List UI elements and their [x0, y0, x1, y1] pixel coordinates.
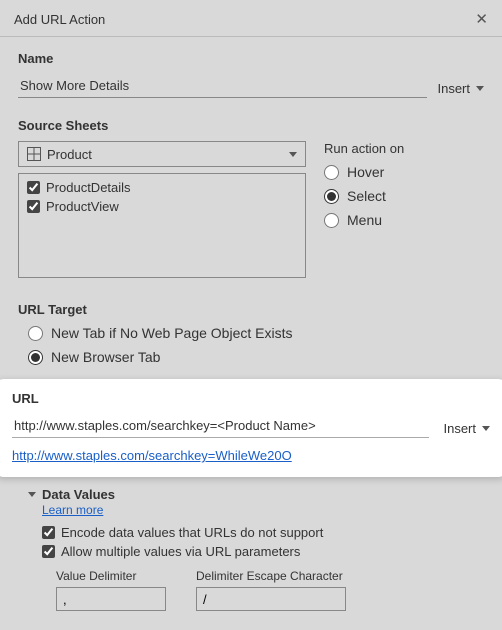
name-insert-label: Insert [437, 81, 470, 96]
allow-multi-checkbox-row: Allow multiple values via URL parameters [42, 544, 484, 559]
source-item-checkbox[interactable] [27, 200, 40, 213]
url-label: URL [12, 391, 490, 406]
run-option-select[interactable]: Select [324, 188, 484, 204]
name-insert-button[interactable]: Insert [437, 79, 484, 98]
allow-multi-checkbox[interactable] [42, 545, 55, 558]
run-option-label: Menu [347, 212, 382, 228]
name-label: Name [18, 51, 484, 66]
escape-label: Delimiter Escape Character [196, 569, 346, 583]
run-option-label: Select [347, 188, 386, 204]
list-item: ProductDetails [27, 180, 297, 195]
data-values-header[interactable]: Data Values [28, 487, 484, 502]
value-delimiter-input[interactable] [56, 587, 166, 611]
run-radio[interactable] [324, 213, 339, 228]
source-sheets-label: Source Sheets [18, 118, 484, 133]
url-target-option[interactable]: New Tab if No Web Page Object Exists [28, 325, 484, 341]
run-action-label: Run action on [324, 141, 484, 156]
url-insert-label: Insert [443, 421, 476, 436]
url-target-option-label: New Browser Tab [51, 349, 160, 365]
url-input[interactable] [12, 414, 429, 438]
allow-multi-label: Allow multiple values via URL parameters [61, 544, 300, 559]
run-option-label: Hover [347, 164, 384, 180]
run-radio[interactable] [324, 189, 339, 204]
run-radio[interactable] [324, 165, 339, 180]
source-item-label: ProductView [46, 199, 119, 214]
close-icon[interactable]: ✕ [471, 8, 492, 30]
encode-checkbox[interactable] [42, 526, 55, 539]
source-selected: Product [47, 147, 92, 162]
value-delimiter-label: Value Delimiter [56, 569, 166, 583]
chevron-down-icon [28, 492, 36, 497]
caret-down-icon [476, 86, 484, 91]
source-item-checkbox[interactable] [27, 181, 40, 194]
caret-down-icon [482, 426, 490, 431]
url-preview-link[interactable]: http://www.staples.com/searchkey=WhileWe… [12, 448, 292, 463]
url-target-option[interactable]: New Browser Tab [28, 349, 484, 365]
source-item-label: ProductDetails [46, 180, 131, 195]
list-item: ProductView [27, 199, 297, 214]
dialog-title: Add URL Action [14, 12, 105, 27]
name-input[interactable] [18, 74, 427, 98]
encode-checkbox-row: Encode data values that URLs do not supp… [42, 525, 484, 540]
source-dropdown[interactable]: Product [18, 141, 306, 167]
caret-down-icon [289, 152, 297, 157]
url-target-label: URL Target [18, 302, 484, 317]
encode-label: Encode data values that URLs do not supp… [61, 525, 323, 540]
data-values-label: Data Values [42, 487, 115, 502]
run-option-hover[interactable]: Hover [324, 164, 484, 180]
learn-more-link[interactable]: Learn more [42, 503, 103, 517]
escape-input[interactable] [196, 587, 346, 611]
url-insert-button[interactable]: Insert [443, 419, 490, 438]
source-listbox[interactable]: ProductDetails ProductView [18, 173, 306, 278]
run-option-menu[interactable]: Menu [324, 212, 484, 228]
url-target-radio[interactable] [28, 326, 43, 341]
dashboard-icon [27, 147, 41, 161]
url-target-option-label: New Tab if No Web Page Object Exists [51, 325, 292, 341]
url-target-radio[interactable] [28, 350, 43, 365]
